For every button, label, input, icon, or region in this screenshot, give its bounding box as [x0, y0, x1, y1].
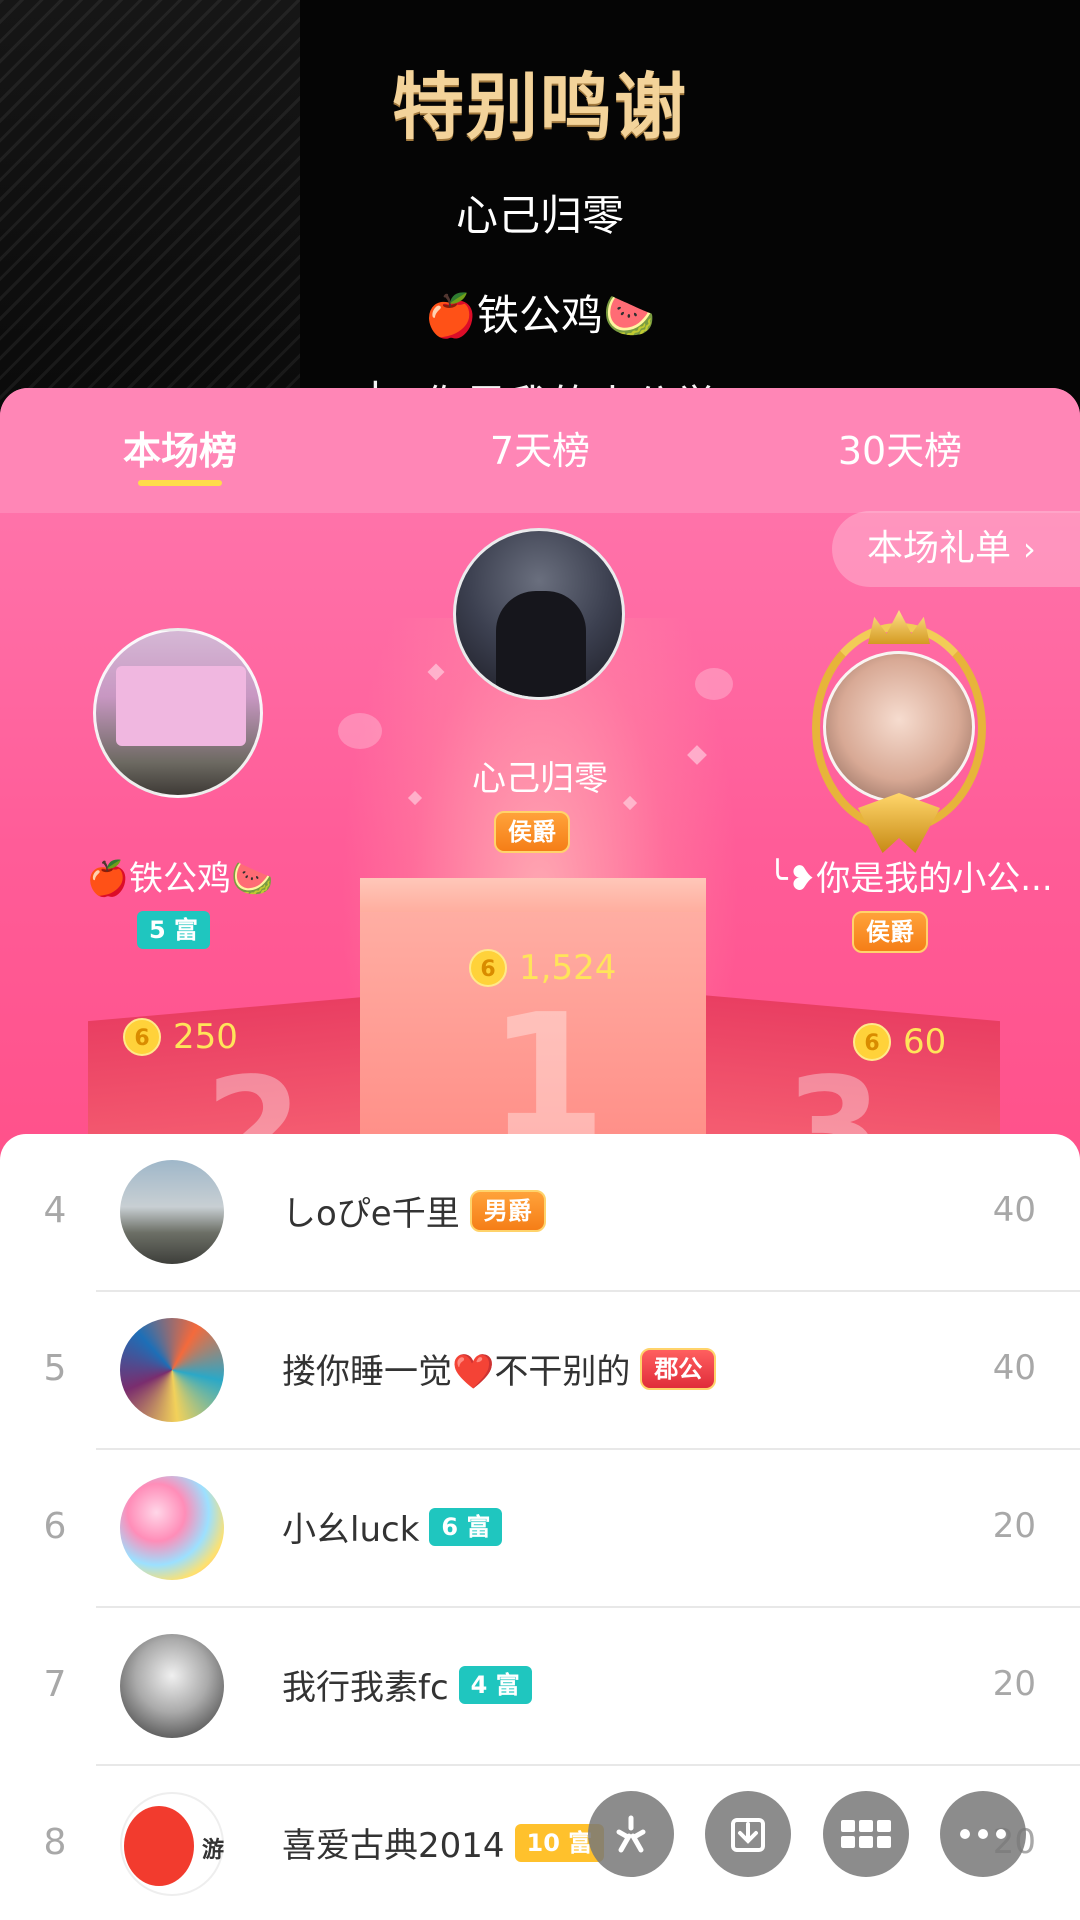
score: 40	[992, 1348, 1036, 1388]
download-button[interactable]	[705, 1791, 791, 1877]
rank-number: 6	[43, 1506, 67, 1547]
rank-number: 8	[43, 1822, 67, 1863]
decor-bubble	[338, 713, 382, 749]
spark-button[interactable]	[588, 1791, 674, 1877]
rich-level-badge: 6 富	[429, 1507, 503, 1546]
user-name-row: 搂你睡一觉❤️不干别的 郡公	[282, 1344, 717, 1393]
second-place-avatar[interactable]	[93, 628, 263, 798]
marquis-badge: 侯爵	[494, 811, 570, 853]
gift-list-label: 本场礼单	[867, 528, 1012, 569]
more-icon	[956, 1829, 1010, 1839]
third-place-badge: 侯爵	[852, 911, 928, 953]
first-place-avatar[interactable]	[453, 528, 625, 700]
avatar-text: 游	[202, 1838, 225, 1863]
score: 40	[992, 1190, 1036, 1230]
rich-level-badge: 4 富	[458, 1665, 532, 1704]
chevron-right-icon: ›	[1023, 530, 1036, 568]
second-place-coins: 6 250	[123, 1017, 238, 1057]
user-name: 我行我素fc	[282, 1668, 449, 1708]
crown-icon	[868, 610, 930, 644]
coin-icon: 6	[469, 949, 507, 987]
third-place-coin-value: 60	[903, 1022, 947, 1062]
first-place-badge: 侯爵	[494, 811, 570, 853]
third-place-coins: 6 60	[853, 1022, 946, 1062]
download-icon	[731, 1818, 765, 1852]
spark-icon	[616, 1815, 646, 1853]
user-name-row: しoぴe千里 男爵	[282, 1186, 546, 1235]
third-place-name[interactable]: ╰❥你是我的小公...	[760, 851, 1060, 900]
apps-button[interactable]	[823, 1791, 909, 1877]
avatar[interactable]	[120, 1318, 224, 1422]
user-name-row: 我行我素fc 4 富	[282, 1660, 532, 1709]
list-item[interactable]: 8 游 喜爱古典2014 10 富 20	[0, 1766, 1080, 1920]
first-place-coin-value: 1,524	[519, 948, 617, 988]
user-name: 喜爱古典2014	[282, 1826, 505, 1866]
duke-badge: 郡公	[640, 1347, 717, 1390]
marquis-badge: 侯爵	[852, 911, 928, 953]
thanks-name-1: 心己归零	[455, 191, 624, 240]
rank-number: 7	[43, 1664, 67, 1705]
third-place-avatar[interactable]	[823, 651, 975, 803]
user-name: 搂你睡一觉❤️不干别的	[282, 1352, 631, 1392]
special-thanks-title: 特别鸣谢	[391, 65, 688, 149]
list-item[interactable]: 5 搂你睡一觉❤️不干别的 郡公 40	[0, 1292, 1080, 1450]
score: 20	[992, 1506, 1036, 1546]
coin-icon: 6	[853, 1023, 891, 1061]
user-name: 小幺luck	[282, 1510, 420, 1550]
coin-icon: 6	[123, 1018, 161, 1056]
leaderboard-tabs: 本场榜 7天榜 30天榜	[0, 388, 1080, 513]
list-item[interactable]: 4 しoぴe千里 男爵 40	[0, 1134, 1080, 1292]
second-place-badge: 5 富	[137, 911, 211, 949]
grid-icon	[841, 1820, 891, 1848]
rank-number: 5	[43, 1348, 67, 1389]
red-face-icon	[124, 1806, 194, 1886]
user-name-row: 喜爱古典2014 10 富	[282, 1818, 605, 1867]
baron-badge: 男爵	[469, 1189, 546, 1232]
first-place-name[interactable]: 心己归零	[390, 751, 690, 800]
tab-30-days[interactable]: 30天榜	[780, 420, 1020, 475]
user-name-row: 小幺luck 6 富	[282, 1502, 503, 1551]
second-place-name[interactable]: 🍎铁公鸡🍉	[40, 851, 320, 900]
podium-first-top	[360, 878, 706, 912]
tab-this-session[interactable]: 本场榜	[60, 420, 300, 475]
avatar[interactable]: 游	[120, 1792, 224, 1896]
score: 20	[992, 1664, 1036, 1704]
user-name: しoぴe千里	[282, 1194, 460, 1234]
avatar[interactable]	[120, 1634, 224, 1738]
tab-7-days[interactable]: 7天榜	[420, 420, 660, 475]
decor-bubble	[695, 668, 733, 700]
ranking-list: 4 しoぴe千里 男爵 40 5 搂你睡一觉❤️不干别的 郡公 40 6 小幺l…	[0, 1134, 1080, 1920]
active-tab-indicator	[138, 480, 222, 486]
rank-number: 4	[43, 1190, 67, 1231]
first-place-coins: 6 1,524	[469, 948, 616, 988]
list-item[interactable]: 6 小幺luck 6 富 20	[0, 1450, 1080, 1608]
second-place-coin-value: 250	[173, 1017, 238, 1057]
rich-level-badge: 5 富	[137, 911, 211, 949]
avatar[interactable]	[120, 1476, 224, 1580]
list-item[interactable]: 7 我行我素fc 4 富 20	[0, 1608, 1080, 1766]
thanks-name-2: 🍎铁公鸡🍉	[424, 291, 656, 340]
avatar[interactable]	[120, 1160, 224, 1264]
more-button[interactable]	[940, 1791, 1026, 1877]
gift-list-button[interactable]: 本场礼单 ›	[832, 511, 1080, 587]
